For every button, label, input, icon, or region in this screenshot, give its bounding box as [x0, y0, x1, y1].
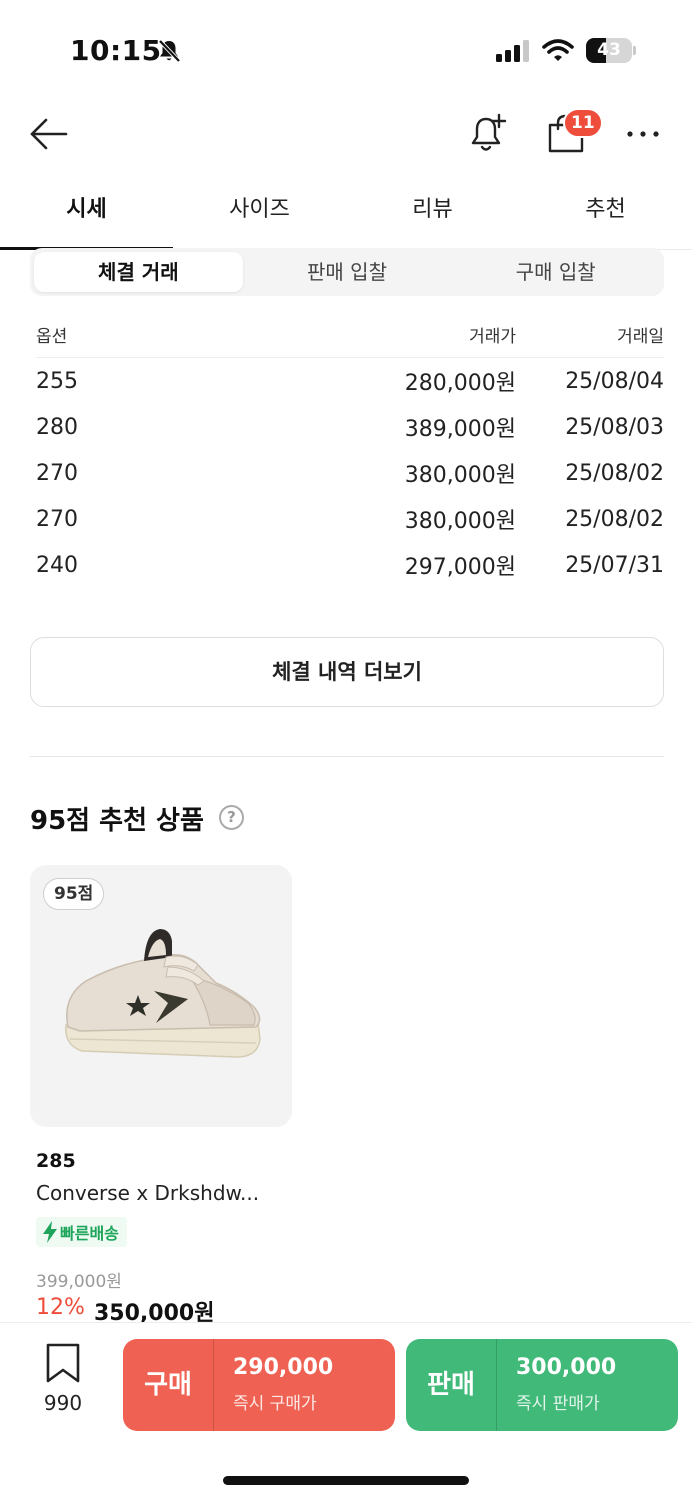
more-history-button[interactable]: 체결 내역 더보기 [30, 637, 664, 707]
notification-button[interactable] [466, 112, 510, 156]
buy-subtitle: 즉시 구매가 [233, 1394, 317, 1414]
battery-cap [633, 46, 636, 55]
row-date: 25/08/04 [565, 368, 664, 394]
row-option: 240 [36, 552, 78, 578]
segment-buy-bids[interactable]: 구매 입찰 [451, 252, 660, 292]
header-date: 거래일 [617, 327, 664, 347]
row-option: 270 [36, 506, 78, 532]
sell-button[interactable]: 판매 300,000 즉시 판매가 [406, 1339, 678, 1431]
bookmark-count: 990 [43, 1391, 83, 1415]
main-tabs: 시세 사이즈 리뷰 추천 [0, 180, 692, 250]
signal-icon [496, 40, 529, 62]
row-price: 389,000원 [404, 417, 516, 442]
cart-badge: 11 [563, 108, 603, 138]
bell-plus-icon [471, 113, 507, 151]
row-price: 380,000원 [404, 509, 516, 534]
battery-indicator: 43 [586, 38, 632, 63]
more-icon [627, 131, 659, 137]
row-price: 297,000원 [404, 555, 516, 580]
header-option: 옵션 [36, 327, 68, 347]
table-row: 240 297,000원 25/07/31 [36, 542, 664, 588]
row-date: 25/08/02 [565, 506, 664, 532]
tab-size[interactable]: 사이즈 [173, 180, 346, 249]
recommend-section-title: 95점 추천 상품 [30, 806, 204, 836]
table-row: 255 280,000원 25/08/04 [36, 358, 664, 404]
segment-sell-bids[interactable]: 판매 입찰 [243, 252, 452, 292]
buy-button[interactable]: 구매 290,000 즉시 구매가 [123, 1339, 395, 1431]
buy-price: 290,000 [233, 1355, 334, 1380]
sneaker-image [65, 929, 261, 1058]
table-row: 270 380,000원 25/08/02 [36, 450, 664, 496]
product-size: 285 [36, 1150, 76, 1172]
buy-label: 구매 [144, 1370, 192, 1400]
bookmark-icon [46, 1343, 80, 1383]
sell-separator [496, 1339, 497, 1431]
row-option: 255 [36, 368, 78, 394]
status-bar: 10:15 43 [0, 0, 692, 100]
home-indicator[interactable] [223, 1476, 469, 1485]
row-date: 25/08/02 [565, 460, 664, 486]
row-price: 380,000원 [404, 463, 516, 488]
more-button[interactable] [622, 118, 666, 150]
section-divider [30, 756, 664, 757]
segment-completed-trades[interactable]: 체결 거래 [34, 252, 243, 292]
table-row: 280 389,000원 25/08/03 [36, 404, 664, 450]
status-time: 10:15 [70, 34, 162, 67]
discount-rate: 12% [36, 1295, 85, 1320]
score-badge: 95점 [43, 878, 105, 910]
bell-off-icon [158, 39, 181, 63]
help-icon[interactable]: ? [219, 805, 244, 830]
tab-recommend[interactable]: 추천 [519, 180, 692, 249]
row-date: 25/07/31 [565, 552, 664, 578]
sell-label: 판매 [427, 1370, 475, 1400]
row-price: 280,000원 [404, 371, 516, 396]
wifi-icon [542, 39, 574, 61]
header-price: 거래가 [469, 327, 516, 347]
product-image[interactable]: 95점 [30, 865, 292, 1127]
table-header: 옵션 거래가 거래일 [36, 312, 664, 358]
back-button[interactable] [28, 114, 72, 154]
bookmark-button[interactable]: 990 [30, 1341, 96, 1421]
row-date: 25/08/03 [565, 414, 664, 440]
transaction-type-segment: 체결 거래 판매 입찰 구매 입찰 [30, 248, 664, 296]
sell-subtitle: 즉시 판매가 [516, 1394, 600, 1414]
table-row: 270 380,000원 25/08/02 [36, 496, 664, 542]
back-arrow-icon [30, 118, 68, 150]
fast-delivery-label: 빠른배송 [60, 1224, 119, 1243]
battery-text: 43 [597, 40, 621, 60]
tab-price[interactable]: 시세 [0, 180, 173, 250]
recommended-product-card[interactable]: 95점 285 Converse x Drkshdw... 빠른배송 399,0… [30, 865, 292, 1326]
bottom-action-bar: 990 구매 290,000 즉시 구매가 판매 300,000 즉시 판매가 [0, 1322, 692, 1500]
lightning-icon [43, 1221, 57, 1243]
tab-review[interactable]: 리뷰 [346, 180, 519, 249]
row-option: 280 [36, 414, 78, 440]
fast-delivery-tag: 빠른배송 [36, 1217, 127, 1247]
original-price: 399,000원 [36, 1272, 122, 1292]
transactions-table: 옵션 거래가 거래일 255 280,000원 25/08/04 280 389… [36, 312, 664, 588]
sell-price: 300,000 [516, 1355, 617, 1380]
product-name: Converse x Drkshdw... [36, 1181, 260, 1205]
row-option: 270 [36, 460, 78, 486]
buy-separator [213, 1339, 214, 1431]
